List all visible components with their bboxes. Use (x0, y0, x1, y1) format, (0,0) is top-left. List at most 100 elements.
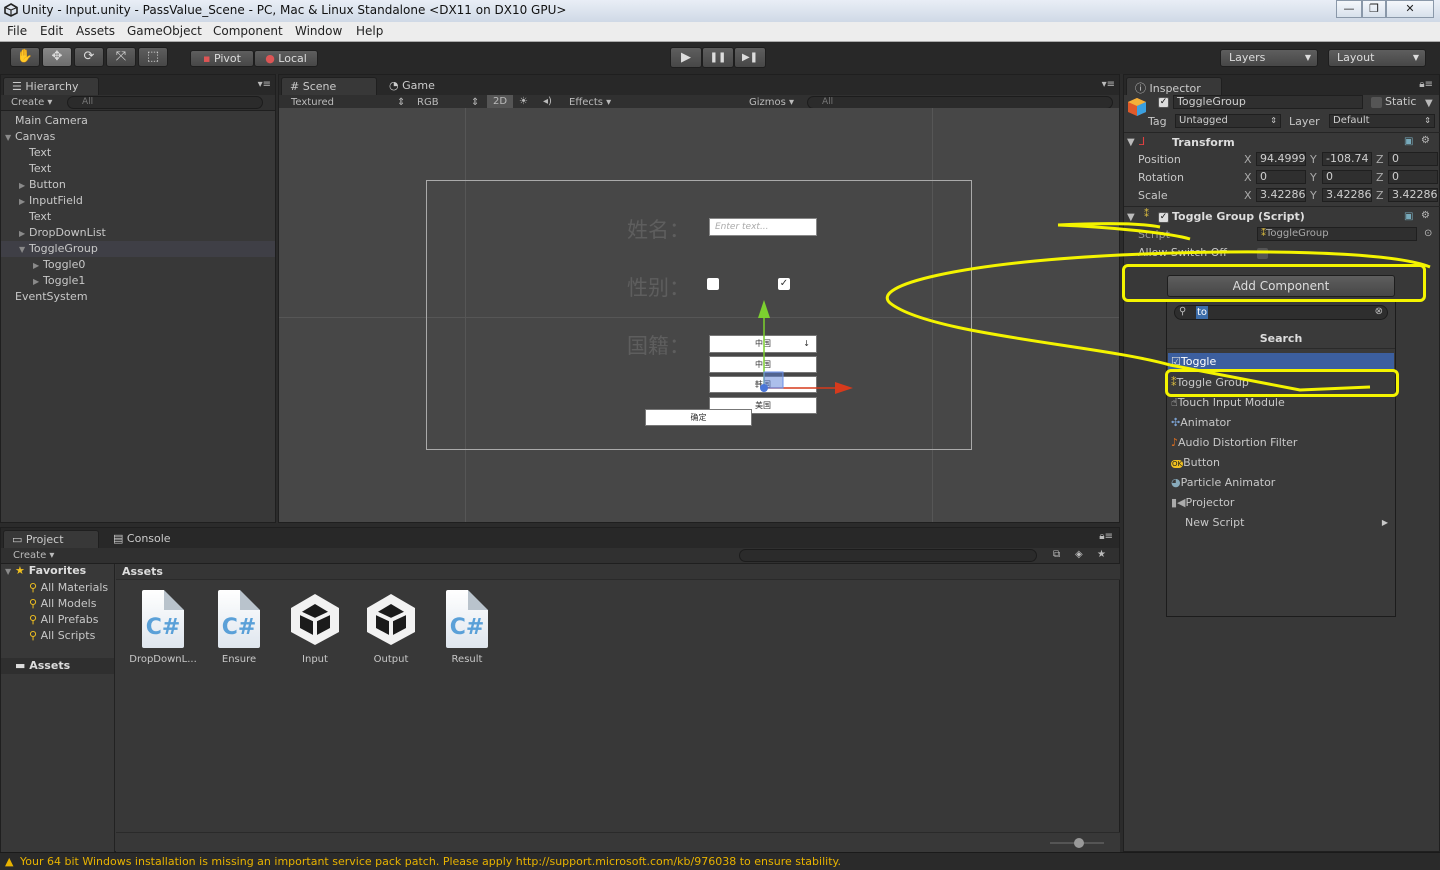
menu-window[interactable]: Window (295, 24, 342, 38)
triangle-down-icon[interactable]: ▼ (1127, 137, 1135, 148)
component-result-item[interactable]: ✣Animator (1168, 413, 1394, 433)
component-result-item[interactable]: OKButton (1168, 453, 1394, 473)
effects-dropdown[interactable]: Effects ▾ (569, 97, 611, 108)
transform-field-y[interactable]: -108.74 (1322, 152, 1372, 166)
rotate-tool-button[interactable]: ⟳ (74, 47, 104, 67)
play-button[interactable]: ▶ (670, 47, 702, 68)
layout-dropdown[interactable]: Layout ▼ (1328, 49, 1426, 67)
menu-file[interactable]: File (7, 24, 27, 38)
hierarchy-item[interactable]: ▶ Toggle1 (1, 273, 275, 289)
confirm-button[interactable]: 确定 (645, 409, 752, 426)
move-gizmo[interactable] (749, 298, 859, 398)
hierarchy-item[interactable]: ▼ ToggleGroup (1, 241, 275, 257)
render-mode-dropdown[interactable]: RGB (417, 97, 439, 108)
asset-item[interactable]: C# Result (429, 590, 505, 665)
asset-item[interactable]: C# DropDownL... (125, 590, 201, 665)
local-toggle[interactable]: ● Local (254, 50, 318, 67)
gizmos-dropdown[interactable]: Gizmos ▾ (749, 97, 794, 108)
tab-inspector[interactable]: ⓘ Inspector (1126, 77, 1222, 95)
toggle0-checkbox[interactable] (707, 278, 719, 290)
gear-icon[interactable]: ⚙ (1421, 135, 1430, 146)
favorites-header[interactable]: ▼ ★ Favorites (5, 564, 86, 577)
panel-menu-icon[interactable]: ▾≡ (1102, 79, 1115, 90)
component-result-item[interactable]: New Script ▶ (1168, 513, 1394, 533)
tag-dropdown[interactable]: Untagged ⇕ (1175, 114, 1281, 128)
scale-tool-button[interactable]: ⤧ (106, 47, 136, 67)
status-message[interactable]: Your 64 bit Windows installation is miss… (20, 855, 841, 868)
menu-gameobject[interactable]: GameObject (127, 24, 202, 38)
transform-field-x[interactable]: 3.42286 (1256, 188, 1306, 202)
pause-button[interactable]: ❚❚ (702, 47, 734, 68)
minimize-button[interactable]: — (1336, 0, 1362, 18)
menu-assets[interactable]: Assets (76, 24, 115, 38)
triangle-right-icon[interactable]: ▶ (19, 194, 29, 210)
tab-hierarchy[interactable]: ☰ Hierarchy (3, 77, 99, 95)
hierarchy-item[interactable]: ▶ DropDownList (1, 225, 275, 241)
menu-help[interactable]: Help (356, 24, 383, 38)
hierarchy-item[interactable]: EventSystem (1, 289, 275, 305)
tab-game[interactable]: ◔ Game (381, 77, 443, 95)
help-icon[interactable]: ▣ (1404, 136, 1413, 147)
hierarchy-item[interactable]: Text (1, 145, 275, 161)
maximize-button[interactable]: ❐ (1362, 0, 1386, 18)
active-checkbox[interactable]: ✓ (1158, 97, 1169, 108)
lock-icon[interactable]: 🔒︎≡ (1419, 79, 1433, 90)
name-input-field[interactable]: Enter text... (709, 218, 817, 236)
star-icon[interactable]: ★ (1097, 549, 1106, 560)
transform-field-z[interactable]: 3.42286 (1388, 188, 1438, 202)
triangle-right-icon[interactable]: ▶ (19, 178, 29, 194)
transform-field-z[interactable]: 0 (1388, 170, 1438, 184)
asset-item[interactable]: Input (277, 590, 353, 665)
triangle-down-icon[interactable]: ▼ (5, 130, 15, 146)
rect-tool-button[interactable]: ⬚ (138, 47, 168, 67)
layer-dropdown[interactable]: Default ⇕ (1329, 114, 1435, 128)
favorite-item[interactable]: ⚲ All Materials (29, 580, 108, 596)
close-button[interactable]: ✕ (1386, 0, 1434, 18)
asset-item[interactable]: Output (353, 590, 429, 665)
favorite-item[interactable]: ⚲ All Scripts (29, 628, 95, 644)
component-result-item[interactable]: ♪Audio Distortion Filter (1168, 433, 1394, 453)
triangle-right-icon[interactable]: ▶ (19, 226, 29, 242)
hierarchy-item[interactable]: ▶ Button (1, 177, 275, 193)
hierarchy-item[interactable]: ▶ InputField (1, 193, 275, 209)
hierarchy-search-input[interactable]: All (67, 96, 263, 109)
asset-item[interactable]: C# Ensure (201, 590, 277, 665)
tab-scene[interactable]: # Scene (281, 77, 377, 95)
2d-toggle[interactable]: 2D (487, 95, 514, 108)
transform-field-z[interactable]: 0 (1388, 152, 1438, 166)
triangle-right-icon[interactable]: ▶ (33, 274, 43, 290)
triangle-right-icon[interactable]: ▶ (33, 258, 43, 274)
transform-field-x[interactable]: 0 (1256, 170, 1306, 184)
transform-field-x[interactable]: 94.4999 (1256, 152, 1306, 166)
tab-console[interactable]: ▤ Console (105, 530, 179, 548)
project-create-button[interactable]: Create ▾ (13, 550, 54, 561)
favorite-item[interactable]: ⚲ All Prefabs (29, 612, 99, 628)
tab-project[interactable]: ▭ Project (3, 530, 99, 548)
zoom-slider-thumb[interactable] (1074, 838, 1084, 848)
menu-component[interactable]: Component (213, 24, 283, 38)
panel-menu-icon[interactable]: ▾≡ (258, 79, 271, 90)
hierarchy-item[interactable]: Text (1, 209, 275, 225)
menu-edit[interactable]: Edit (40, 24, 63, 38)
favorite-item[interactable]: ⚲ All Models (29, 596, 96, 612)
move-tool-button[interactable]: ✥ (42, 47, 72, 67)
audio-icon[interactable]: ◂) (543, 96, 552, 107)
tag-icon[interactable]: ◈ (1075, 549, 1083, 560)
filter-type-icon[interactable]: ⧉ (1053, 549, 1060, 560)
sun-icon[interactable]: ☀ (519, 96, 528, 107)
chevron-down-icon[interactable]: ▼ (1425, 98, 1433, 109)
shading-mode-dropdown[interactable]: Textured (291, 97, 334, 108)
triangle-down-icon[interactable]: ▼ (19, 242, 29, 258)
hand-tool-button[interactable]: ✋ (10, 47, 40, 67)
step-button[interactable]: ▶❚ (734, 47, 766, 68)
hierarchy-item[interactable]: ▶ Toggle0 (1, 257, 275, 273)
hierarchy-create-button[interactable]: Create ▾ (11, 97, 52, 108)
project-search-input[interactable] (739, 549, 1037, 562)
static-checkbox[interactable] (1371, 97, 1382, 108)
component-result-item[interactable]: ◕Particle Animator (1168, 473, 1394, 493)
pivot-toggle[interactable]: ▪ Pivot (190, 50, 254, 67)
toggle1-checkbox[interactable]: ✓ (778, 278, 790, 290)
transform-field-y[interactable]: 3.42286 (1322, 188, 1372, 202)
transform-field-y[interactable]: 0 (1322, 170, 1372, 184)
hierarchy-item[interactable]: Main Camera (1, 113, 275, 129)
